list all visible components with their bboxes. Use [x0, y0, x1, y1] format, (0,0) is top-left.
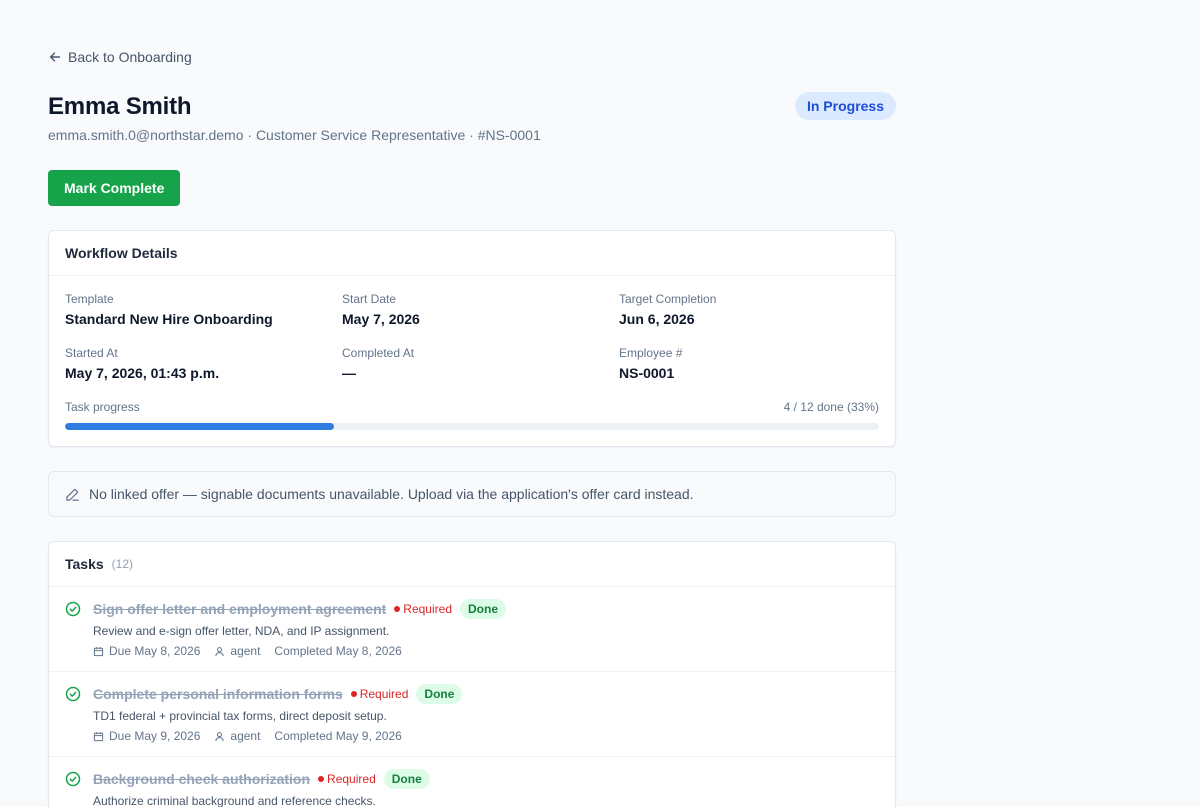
task-row[interactable]: Sign offer letter and employment agreeme…: [49, 587, 895, 672]
required-label: Required: [359, 687, 409, 701]
task-status-badge: Done: [460, 599, 506, 619]
tasks-card: Tasks (12) Sign offer letter and employm…: [48, 541, 896, 807]
employee-name: Emma Smith: [48, 93, 192, 120]
field-label: Target Completion: [619, 292, 717, 306]
required-badge: Required: [350, 687, 409, 701]
field-label: Completed At: [342, 346, 415, 360]
task-meta: Due May 9, 2026 agent Completed May 9, 2…: [93, 729, 402, 743]
field-value: May 7, 2026, 01:43 p.m.: [65, 365, 220, 381]
task-list: Sign offer letter and employment agreeme…: [49, 587, 895, 807]
progress-label: Task progress: [65, 400, 140, 414]
task-meta: Due May 8, 2026 agent Completed May 8, 2…: [93, 644, 402, 658]
required-label: Required: [327, 772, 376, 786]
task-title-row: Background check authorization Required …: [93, 769, 430, 789]
progress-bar: [65, 423, 879, 430]
task-row[interactable]: Complete personal information forms Requ…: [49, 672, 895, 757]
task-completed: Completed May 8, 2026: [274, 644, 402, 658]
task-assignee-text: agent: [230, 644, 261, 658]
check-circle-icon[interactable]: [65, 771, 81, 787]
task-title[interactable]: Background check authorization: [93, 771, 310, 787]
progress-summary: 4 / 12 done (33%): [783, 400, 879, 414]
task-description: Review and e-sign offer letter, NDA, and…: [93, 624, 390, 638]
field-value: Standard New Hire Onboarding: [65, 311, 273, 327]
field-label: Employee #: [619, 346, 683, 360]
required-badge: Required: [394, 602, 452, 616]
task-assignee-text: agent: [230, 729, 261, 743]
check-circle-icon[interactable]: [65, 601, 81, 617]
user-icon: [214, 731, 225, 742]
field-label: Started At: [65, 346, 118, 360]
field-value: NS-0001: [619, 365, 675, 381]
field-label: Start Date: [342, 292, 397, 306]
progress-bar-fill: [65, 423, 334, 430]
field-value: —: [342, 365, 356, 381]
field-value: May 7, 2026: [342, 311, 420, 327]
field-template: Template Standard New Hire Onboarding: [65, 292, 273, 327]
task-title[interactable]: Sign offer letter and employment agreeme…: [93, 601, 386, 617]
arrow-left-icon: [49, 52, 61, 62]
task-due: Due May 9, 2026: [93, 729, 200, 743]
field-target-completion: Target Completion Jun 6, 2026: [619, 292, 716, 327]
required-dot-icon: [350, 691, 357, 697]
required-dot-icon: [394, 606, 401, 612]
back-link-label: Back to Onboarding: [68, 49, 192, 65]
task-completed: Completed May 9, 2026: [274, 729, 402, 743]
task-assignee: agent: [214, 729, 260, 743]
required-badge: Required: [318, 772, 376, 786]
field-start-date: Start Date May 7, 2026: [342, 292, 420, 327]
employee-subline: emma.smith.0@northstar.demo · Customer S…: [48, 127, 541, 143]
required-dot-icon: [318, 776, 325, 782]
task-due-text: Due May 9, 2026: [109, 729, 201, 743]
no-offer-notice: No linked offer — signable documents una…: [48, 471, 896, 517]
progress-header: Task progress 4 / 12 done (33%): [65, 400, 879, 414]
task-due-text: Due May 8, 2026: [109, 644, 201, 658]
check-circle-icon[interactable]: [65, 686, 81, 702]
calendar-icon: [93, 731, 104, 742]
field-employee-number: Employee # NS-0001: [619, 346, 682, 381]
notice-text: No linked offer — signable documents una…: [89, 486, 694, 502]
back-to-onboarding-link[interactable]: Back to Onboarding: [48, 49, 192, 65]
tasks-header: Tasks (12): [49, 542, 895, 587]
task-status-badge: Done: [416, 684, 463, 704]
task-description: TD1 federal + provincial tax forms, dire…: [93, 709, 387, 723]
task-title-row: Sign offer letter and employment agreeme…: [93, 599, 506, 619]
field-started-at: Started At May 7, 2026, 01:43 p.m.: [65, 346, 219, 381]
task-title-row: Complete personal information forms Requ…: [93, 684, 463, 704]
task-title[interactable]: Complete personal information forms: [93, 686, 343, 702]
field-completed-at: Completed At —: [342, 346, 414, 381]
workflow-details-title: Workflow Details: [49, 231, 895, 276]
task-assignee: agent: [214, 644, 260, 658]
workflow-details-card: Workflow Details Template Standard New H…: [48, 230, 896, 447]
status-badge: In Progress: [794, 92, 896, 120]
task-due: Due May 8, 2026: [93, 644, 200, 658]
task-row[interactable]: Background check authorization Required …: [49, 757, 895, 807]
mark-complete-button[interactable]: Mark Complete: [48, 170, 181, 206]
field-label: Template: [65, 292, 114, 306]
tasks-count: (12): [111, 557, 134, 571]
tasks-title: Tasks: [65, 556, 104, 572]
task-status-badge: Done: [383, 769, 430, 789]
pencil-icon: [66, 488, 79, 501]
user-icon: [214, 646, 225, 657]
calendar-icon: [93, 646, 104, 657]
task-description: Authorize criminal background and refere…: [93, 794, 376, 807]
required-label: Required: [403, 602, 452, 616]
field-value: Jun 6, 2026: [619, 311, 695, 327]
